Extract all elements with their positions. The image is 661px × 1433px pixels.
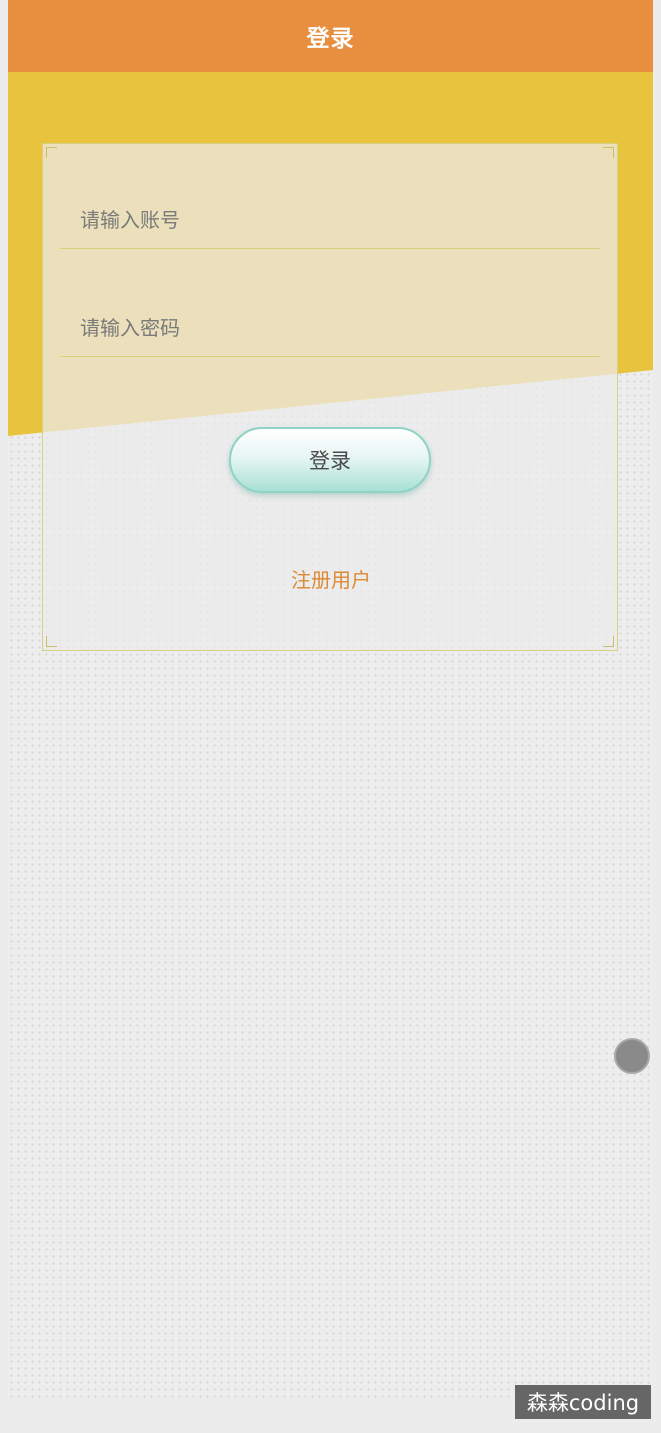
floating-assistive-button[interactable]	[614, 1038, 650, 1074]
navigation-bar: 登录	[8, 0, 653, 72]
login-button[interactable]: 登录	[229, 427, 431, 493]
password-field	[60, 300, 600, 357]
account-field	[60, 192, 600, 249]
card-corner-decoration	[603, 636, 614, 647]
card-corner-decoration	[46, 636, 57, 647]
watermark: 森森coding	[515, 1385, 651, 1419]
card-corner-decoration	[603, 147, 614, 158]
app-screen: 登录 登录 注册用户	[8, 0, 653, 1398]
register-link[interactable]: 注册用户	[43, 564, 619, 593]
account-input[interactable]	[60, 192, 600, 248]
login-card: 登录 注册用户	[42, 143, 618, 651]
password-input[interactable]	[60, 300, 600, 356]
card-corner-decoration	[46, 147, 57, 158]
page-title: 登录	[306, 26, 355, 52]
